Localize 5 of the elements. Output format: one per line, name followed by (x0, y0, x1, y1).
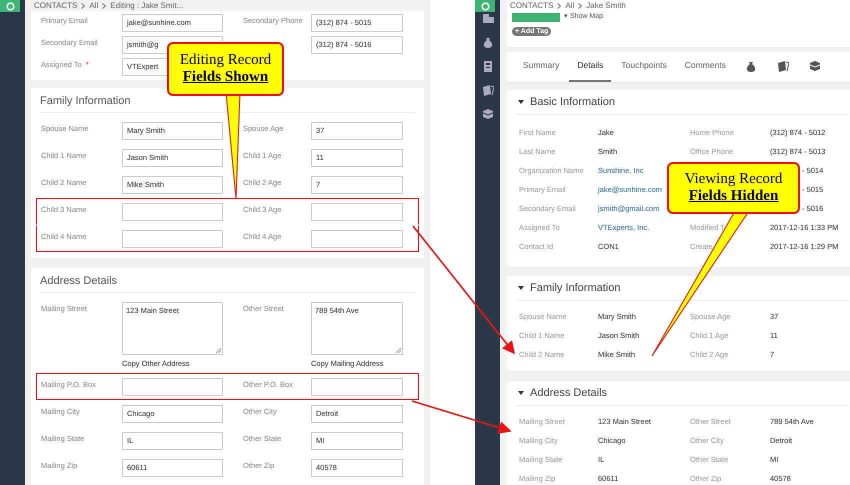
callout-title: Editing Record (180, 52, 272, 69)
callout-subtitle: Fields Shown (182, 69, 268, 86)
section-heading: Address Details (40, 274, 415, 293)
callout-title: Viewing Record (684, 171, 782, 188)
callout-subtitle: Fields Hidden (688, 188, 778, 205)
